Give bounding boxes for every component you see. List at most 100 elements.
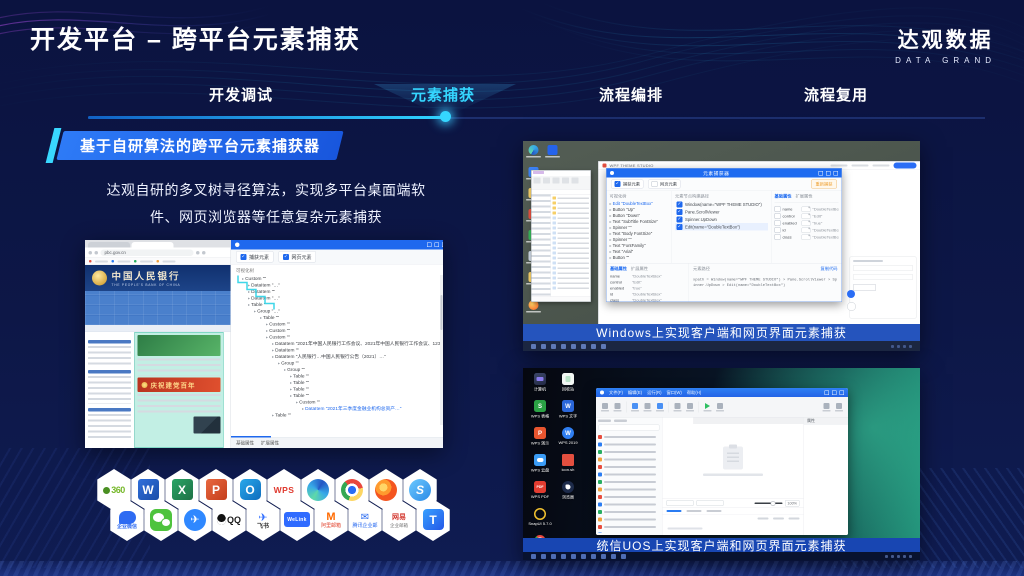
desktop-icon[interactable]: 浏览器	[555, 481, 581, 500]
checkbox-icon[interactable]	[775, 213, 781, 219]
explorer-ribbon[interactable]	[532, 176, 591, 190]
stepper[interactable]	[802, 206, 811, 212]
run-button[interactable]	[704, 403, 712, 412]
desktop-icon-teamviewer[interactable]	[545, 145, 560, 158]
captured-highlight-region[interactable]: 庆祝建党百年	[135, 332, 224, 448]
capture-element-chip[interactable]: 捕获元素	[236, 251, 274, 263]
prop-row[interactable]: id "DoubleTextBox"	[775, 227, 839, 234]
scrollbar[interactable]	[440, 275, 443, 425]
tab-ext-props[interactable]: 扩展属性	[631, 266, 648, 272]
window-controls[interactable]	[819, 171, 839, 176]
windows-taskbar[interactable]	[523, 341, 920, 351]
web-element-chip[interactable]: 网页元素	[279, 251, 317, 263]
result-actions[interactable]	[663, 515, 804, 523]
checkbox-icon[interactable]	[677, 216, 683, 222]
capture-element-chip[interactable]: 捕获元素	[611, 180, 644, 189]
zoom-slider[interactable]: 100%	[754, 500, 799, 507]
desktop-icon[interactable]: PDF WPS PDF	[527, 481, 553, 499]
tab-basic-props[interactable]: 基础属性	[775, 193, 792, 199]
desktop-icon[interactable]: 回收站	[555, 373, 581, 392]
checkbox-icon[interactable]	[775, 206, 781, 212]
checkbox-icon[interactable]	[775, 234, 781, 240]
path-row[interactable]: Window(name="WPF THEME STUDIO")	[675, 201, 768, 209]
stepper[interactable]	[802, 213, 811, 219]
tree-node[interactable]: Table ""	[236, 412, 443, 419]
capture-panel-titlebar[interactable]	[231, 240, 443, 250]
add-class-button[interactable]	[853, 284, 876, 291]
prop-row[interactable]: control "Edit"	[775, 213, 839, 220]
desktop-icon[interactable]: W WPS 2019	[555, 427, 581, 445]
checkbox-icon[interactable]	[283, 254, 289, 260]
app-nav-links[interactable]	[831, 163, 917, 169]
component-list[interactable]	[598, 433, 660, 533]
pbc-nav-grid[interactable]	[85, 291, 231, 325]
stepper[interactable]	[802, 220, 811, 226]
desktop-icon[interactable]: icon.sh	[555, 454, 581, 472]
checkbox-icon[interactable]	[775, 220, 781, 226]
menu-item[interactable]: 帮助(H)	[687, 390, 701, 396]
section-tab[interactable]: 开发调试	[209, 84, 273, 105]
path-row[interactable]: Spinner.UpDown	[675, 216, 768, 224]
checkbox-icon[interactable]	[677, 209, 683, 215]
uos-toolbar[interactable]	[596, 397, 848, 418]
uos-window-titlebar[interactable]: 文件(F) 编辑(E) 运行(R) 窗口(W) 帮助(H)	[596, 388, 848, 397]
canvas-controls[interactable]: 100%	[663, 499, 804, 508]
primary-button[interactable]	[894, 163, 917, 169]
browser-address-bar[interactable]: pbc.gov.cn	[85, 248, 231, 259]
menu-item[interactable]: 窗口(W)	[667, 390, 682, 396]
dialog-titlebar[interactable]: 元素捕获器	[607, 169, 842, 178]
video-thumbnail[interactable]	[194, 417, 221, 434]
url-field[interactable]: pbc.gov.cn	[101, 249, 194, 256]
floating-buttons[interactable]	[847, 290, 856, 311]
menu-item[interactable]: 编辑(E)	[628, 390, 642, 396]
path-row[interactable]: Pane.ScrollViewer	[675, 208, 768, 216]
checkbox-icon[interactable]	[677, 201, 683, 207]
stepper[interactable]	[802, 227, 811, 233]
back-icon[interactable]	[89, 251, 93, 255]
checkbox-icon[interactable]	[241, 254, 247, 260]
prop-row[interactable]: class "DoubleTextBox"	[775, 234, 839, 241]
checkbox-icon[interactable]	[652, 181, 658, 187]
tab-ext-props[interactable]: 扩展属性	[261, 440, 279, 447]
path-row[interactable]: Edit(name="DoubleTextBox")	[675, 223, 768, 231]
panel-tabs[interactable]	[598, 420, 660, 423]
desktop-icon[interactable]: 计算机	[527, 373, 553, 392]
tab-ext-props[interactable]: 扩展属性	[796, 193, 813, 199]
bookmarks-bar[interactable]	[85, 258, 231, 265]
checkbox-icon[interactable]	[677, 224, 683, 230]
copy-code-button[interactable]: 复制代码	[820, 266, 837, 272]
menu-item[interactable]: 运行(R)	[647, 390, 661, 396]
stepper[interactable]	[802, 234, 811, 240]
menu-item[interactable]: 文件(F)	[609, 390, 623, 396]
desktop-icon[interactable]: P WPS 演示	[527, 427, 553, 446]
prop-row[interactable]: name "DoubleTextBox"	[775, 206, 839, 213]
desktop-icon[interactable]: WPS 云盘	[527, 454, 553, 473]
section-tab[interactable]: 流程复用	[804, 84, 868, 105]
search-input[interactable]	[598, 424, 660, 431]
tab-basic-props[interactable]: 基础属性	[610, 266, 627, 272]
desktop-icon[interactable]: W WPS 文字	[555, 400, 581, 419]
tree-node[interactable]: Button ""	[610, 255, 669, 261]
result-tabs[interactable]	[663, 507, 804, 515]
checkbox-icon[interactable]	[615, 181, 621, 187]
window-controls[interactable]	[825, 390, 845, 395]
recapture-button[interactable]: 重新捕获	[811, 180, 837, 189]
desktop-icon-edge[interactable]	[526, 145, 541, 158]
explorer-file-list[interactable]	[551, 195, 591, 297]
web-element-chip[interactable]: 网页元素	[648, 180, 681, 189]
uos-taskbar[interactable]	[523, 552, 920, 560]
checkbox-icon[interactable]	[775, 227, 781, 233]
browser-tab-strip[interactable]	[85, 240, 231, 248]
section-tab[interactable]: 流程编排	[599, 84, 663, 105]
desktop-icon[interactable]: SnapUI 5.7.0	[527, 508, 553, 526]
zoom-value[interactable]: 100%	[785, 500, 800, 507]
desktop-icon[interactable]: S WPS 表格	[527, 400, 553, 419]
forward-icon[interactable]	[95, 251, 99, 255]
expand-all-button[interactable]	[697, 500, 724, 506]
collapse-all-button[interactable]	[667, 500, 694, 506]
section-tab[interactable]: 元素捕获	[411, 84, 475, 105]
prop-row[interactable]: enabled "true"	[775, 220, 839, 227]
profile-icon[interactable]	[202, 251, 206, 255]
tab-basic-props[interactable]: 基础属性	[236, 440, 254, 447]
explorer-nav-tree[interactable]	[532, 195, 552, 297]
